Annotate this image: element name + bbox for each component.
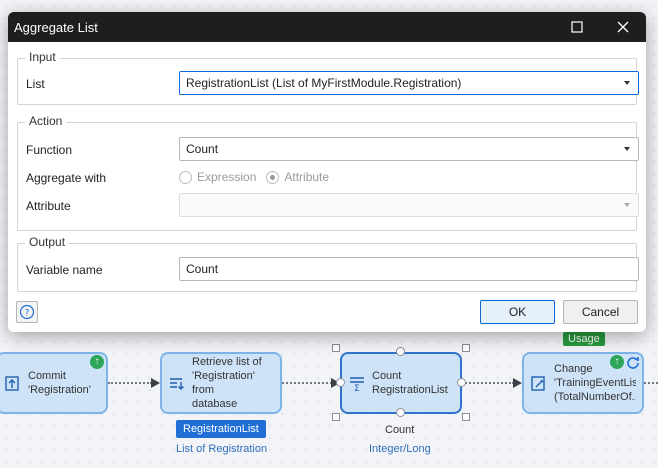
- retrieve-icon: [170, 378, 184, 390]
- sequence-flow[interactable]: [282, 382, 332, 384]
- input-group: Input List RegistrationList (List of MyF…: [17, 50, 639, 105]
- maximize-button[interactable]: [554, 12, 600, 42]
- connection-port-left[interactable]: [336, 378, 345, 387]
- expression-radio[interactable]: [179, 170, 192, 184]
- activity-label: Retrieve list of 'Registration' from dat…: [192, 356, 262, 410]
- output-variable-type: Integer/Long: [369, 443, 431, 455]
- refresh-icon: [627, 357, 639, 369]
- connection-port-right[interactable]: [457, 378, 466, 387]
- aggregate-with-options: Expression Attribute: [179, 170, 329, 184]
- output-variable-type: List of Registration: [176, 443, 268, 455]
- commit-upload-icon: ↑: [610, 355, 624, 369]
- connection-port-top[interactable]: [396, 347, 405, 356]
- aggregate-with-label: Aggregate with: [26, 171, 107, 185]
- function-label: Function: [26, 143, 73, 157]
- maximize-icon: [571, 21, 583, 33]
- list-label: List: [26, 77, 45, 91]
- svg-text:?: ?: [25, 309, 30, 319]
- activity-label: Count RegistrationList: [372, 370, 448, 396]
- sequence-flow-arrow: [513, 378, 522, 388]
- usage-badge[interactable]: Usage: [563, 332, 605, 346]
- dialog-title: Aggregate List: [14, 19, 98, 35]
- attribute-radio[interactable]: [266, 170, 280, 184]
- variable-name-value: Count: [186, 262, 219, 276]
- sequence-flow[interactable]: [108, 382, 152, 384]
- function-select[interactable]: Count: [179, 137, 639, 161]
- attribute-select[interactable]: [179, 193, 639, 217]
- variable-name-label: Variable name: [26, 263, 103, 277]
- aggregate-icon: Σ: [350, 377, 364, 392]
- activity-aggregate-count[interactable]: Σ Count RegistrationList: [340, 352, 462, 414]
- dialog-titlebar[interactable]: Aggregate List: [8, 12, 646, 42]
- selection-handle[interactable]: [332, 344, 340, 352]
- output-group: Output Variable name Count: [17, 235, 639, 292]
- close-icon: [617, 21, 629, 33]
- sequence-flow[interactable]: [462, 382, 514, 384]
- input-legend: Input: [25, 50, 60, 64]
- function-select-value: Count: [186, 142, 219, 156]
- help-icon: ?: [19, 304, 35, 320]
- list-select-value: RegistrationList (List of MyFirstModule.…: [186, 76, 462, 90]
- selection-handle[interactable]: [462, 413, 470, 421]
- dropdown-arrow-icon: [624, 81, 630, 85]
- help-button[interactable]: ?: [16, 301, 38, 323]
- dropdown-arrow-icon: [624, 147, 630, 151]
- output-legend: Output: [25, 235, 70, 249]
- connection-port-bottom[interactable]: [396, 408, 405, 417]
- ok-button[interactable]: OK: [480, 300, 555, 324]
- expression-radio-label: Expression: [197, 170, 257, 184]
- sequence-flow[interactable]: [644, 382, 658, 384]
- activity-label: Commit 'Registration': [28, 370, 91, 396]
- commit-icon: [5, 376, 19, 391]
- output-variable-chip[interactable]: RegistrationList: [176, 420, 266, 438]
- commit-upload-icon: ↑: [90, 355, 104, 369]
- svg-text:Σ: Σ: [354, 384, 360, 392]
- close-button[interactable]: [600, 12, 646, 42]
- attribute-radio-label: Attribute: [284, 170, 330, 184]
- selection-handle[interactable]: [332, 413, 340, 421]
- aggregate-list-dialog: Aggregate List Input List RegistrationLi…: [8, 12, 646, 332]
- activity-retrieve[interactable]: Retrieve list of 'Registration' from dat…: [160, 352, 282, 414]
- action-legend: Action: [25, 114, 67, 128]
- selection-handle[interactable]: [462, 344, 470, 352]
- output-variable-name: Count: [385, 424, 415, 436]
- action-group: Action Function Count Aggregate with Exp…: [17, 114, 639, 231]
- cancel-button[interactable]: Cancel: [563, 300, 638, 324]
- dropdown-arrow-icon: [624, 203, 630, 207]
- sequence-flow-arrow: [151, 378, 160, 388]
- activity-label: Change 'TrainingEventList' (TotalNumberO…: [554, 363, 636, 403]
- variable-name-input[interactable]: Count: [179, 257, 639, 281]
- attribute-label: Attribute: [26, 199, 71, 213]
- change-object-icon: [531, 376, 545, 391]
- list-select[interactable]: RegistrationList (List of MyFirstModule.…: [179, 71, 639, 95]
